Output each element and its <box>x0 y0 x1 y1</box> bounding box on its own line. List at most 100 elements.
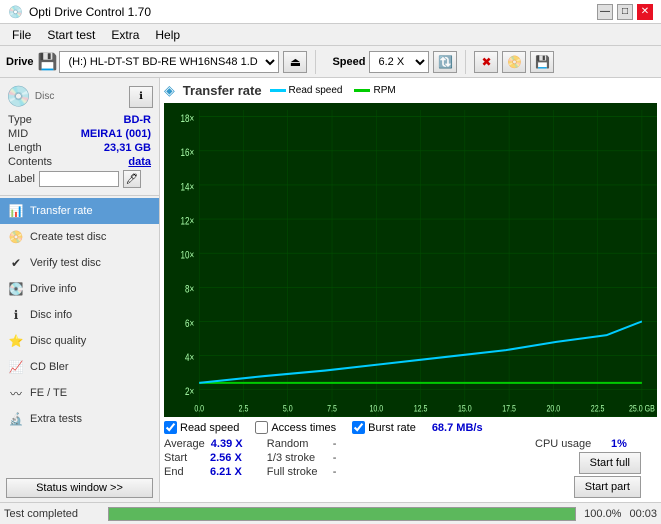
sidebar: 💿 Disc ℹ Type BD-R MID MEIRA1 (001) Leng… <box>0 78 160 502</box>
sidebar-item-label: Extra tests <box>30 413 82 425</box>
sidebar-item-verify-test-disc[interactable]: ✔ Verify test disc <box>0 250 159 276</box>
disc-length-row: Length 23,31 GB <box>6 141 153 155</box>
full-stroke-row: Full stroke - <box>267 466 363 478</box>
svg-text:14×: 14× <box>181 181 195 194</box>
sidebar-item-disc-quality[interactable]: ⭐ Disc quality <box>0 328 159 354</box>
chart-legend: Read speed RPM <box>270 85 396 96</box>
status-text: Test completed <box>4 508 104 520</box>
drive-combo[interactable]: (H:) HL-DT-ST BD-RE WH16NS48 1.D3 <box>59 51 279 73</box>
sidebar-item-drive-info[interactable]: 💽 Drive info <box>0 276 159 302</box>
save-button[interactable]: 💾 <box>530 51 554 73</box>
verify-disc-icon: ✔ <box>8 255 24 271</box>
eject-button[interactable]: ⏏ <box>283 51 307 73</box>
menu-start-test[interactable]: Start test <box>39 26 103 43</box>
access-times-checkbox[interactable] <box>255 421 268 434</box>
chart-icon: ◈ <box>164 82 175 99</box>
sidebar-item-fe-te[interactable]: 〰 FE / TE <box>0 380 159 406</box>
stats-col2: Random - 1/3 stroke - Full stroke - <box>267 438 379 498</box>
sidebar-item-cd-bler[interactable]: 📈 CD Bler <box>0 354 159 380</box>
sidebar-item-transfer-rate[interactable]: 📊 Transfer rate <box>0 198 159 224</box>
fe-te-icon: 〰 <box>8 385 24 401</box>
sidebar-item-disc-info[interactable]: ℹ Disc info <box>0 302 159 328</box>
sidebar-item-label: Disc info <box>30 309 72 321</box>
average-row: Average 4.39 X <box>164 438 251 450</box>
time-text: 00:03 <box>629 508 657 520</box>
progress-text: 100.0% <box>584 508 621 520</box>
chart-svg: 18× 16× 14× 12× 10× 8× 6× 4× 2× 0.0 2.5 … <box>164 103 657 417</box>
disc-quality-icon: ⭐ <box>8 333 24 349</box>
burst-rate-checkbox-item: Burst rate <box>352 421 416 434</box>
transfer-rate-icon: 📊 <box>8 203 24 219</box>
stats-col1: Average 4.39 X Start 2.56 X End 6.21 X <box>164 438 267 498</box>
chart-bottom: Read speed Access times Burst rate 68.7 … <box>164 421 657 498</box>
checkboxes-row: Read speed Access times Burst rate 68.7 … <box>164 421 657 434</box>
burst-rate-checkbox-label: Burst rate <box>368 422 416 434</box>
start-full-button[interactable]: Start full <box>579 452 641 474</box>
extra-tests-icon: 🔬 <box>8 411 24 427</box>
label-input[interactable] <box>39 171 119 187</box>
minimize-button[interactable]: — <box>597 4 613 20</box>
sidebar-item-label: Drive info <box>30 283 76 295</box>
title-bar-controls: — □ ✕ <box>597 4 653 20</box>
drive-selector: 💾 (H:) HL-DT-ST BD-RE WH16NS48 1.D3 <box>38 51 280 73</box>
svg-text:0.0: 0.0 <box>194 402 204 413</box>
maximize-button[interactable]: □ <box>617 4 633 20</box>
disc-icon-area: 💿 Disc <box>6 84 54 109</box>
app-icon: 💿 <box>8 5 23 19</box>
disc-icon: 💿 <box>6 84 31 109</box>
disc-info-icon: ℹ <box>8 307 24 323</box>
access-times-checkbox-item: Access times <box>255 421 336 434</box>
progress-bar <box>109 508 575 520</box>
legend-rpm: RPM <box>354 85 395 96</box>
start-full-row: Start full <box>535 452 641 474</box>
stats-col3: CPU usage 1% Start full Start part <box>535 438 657 498</box>
sidebar-item-label: Create test disc <box>30 231 106 243</box>
svg-text:12×: 12× <box>181 215 195 228</box>
svg-text:22.5: 22.5 <box>591 402 605 413</box>
end-row: End 6.21 X <box>164 466 251 478</box>
speed-refresh-button[interactable]: 🔃 <box>433 51 457 73</box>
delete-button[interactable]: ✖ <box>474 51 498 73</box>
read-speed-checkbox-label: Read speed <box>180 422 239 434</box>
title-bar-left: 💿 Opti Drive Control 1.70 <box>8 5 151 19</box>
access-times-checkbox-label: Access times <box>271 422 336 434</box>
svg-text:5.0: 5.0 <box>283 402 293 413</box>
start-part-button[interactable]: Start part <box>574 476 641 498</box>
menu-extra[interactable]: Extra <box>103 26 147 43</box>
speed-combo[interactable]: 6.2 X <box>369 51 429 73</box>
menu-help[interactable]: Help <box>147 26 188 43</box>
cpu-row: CPU usage 1% <box>535 438 641 450</box>
svg-text:20.0: 20.0 <box>547 402 561 413</box>
svg-text:8×: 8× <box>185 284 194 297</box>
label-edit-button[interactable]: 🖊 <box>123 170 141 188</box>
disc-info-button[interactable]: ℹ <box>129 86 153 108</box>
sidebar-item-label: Verify test disc <box>30 257 101 269</box>
title-bar: 💿 Opti Drive Control 1.70 — □ ✕ <box>0 0 661 24</box>
disc-mid-row: MID MEIRA1 (001) <box>6 127 153 141</box>
legend-rpm-color <box>354 89 370 92</box>
svg-text:4×: 4× <box>185 352 194 365</box>
toolbar-separator <box>315 50 316 74</box>
status-window-button[interactable]: Status window >> <box>6 478 153 498</box>
drive-label: Drive <box>6 56 34 68</box>
menu-file[interactable]: File <box>4 26 39 43</box>
svg-text:12.5: 12.5 <box>414 402 428 413</box>
stroke1-row: 1/3 stroke - <box>267 452 363 464</box>
burst-rate-checkbox[interactable] <box>352 421 365 434</box>
sidebar-item-extra-tests[interactable]: 🔬 Extra tests <box>0 406 159 432</box>
close-button[interactable]: ✕ <box>637 4 653 20</box>
drive-icon: 💾 <box>38 52 58 72</box>
stats-rows: Average 4.39 X Start 2.56 X End 6.21 X <box>164 438 657 498</box>
sidebar-item-create-test-disc[interactable]: 📀 Create test disc <box>0 224 159 250</box>
status-bar: Test completed 100.0% 00:03 <box>0 502 661 524</box>
svg-text:16×: 16× <box>181 147 195 160</box>
app-title: Opti Drive Control 1.70 <box>29 5 151 19</box>
svg-text:15.0: 15.0 <box>458 402 472 413</box>
random-row: Random - <box>267 438 363 450</box>
read-speed-checkbox[interactable] <box>164 421 177 434</box>
progress-container <box>108 507 576 521</box>
chart-title: Transfer rate <box>183 83 262 98</box>
write-button[interactable]: 📀 <box>502 51 526 73</box>
toolbar-separator2 <box>465 50 466 74</box>
disc-panel: 💿 Disc ℹ Type BD-R MID MEIRA1 (001) Leng… <box>0 78 159 196</box>
